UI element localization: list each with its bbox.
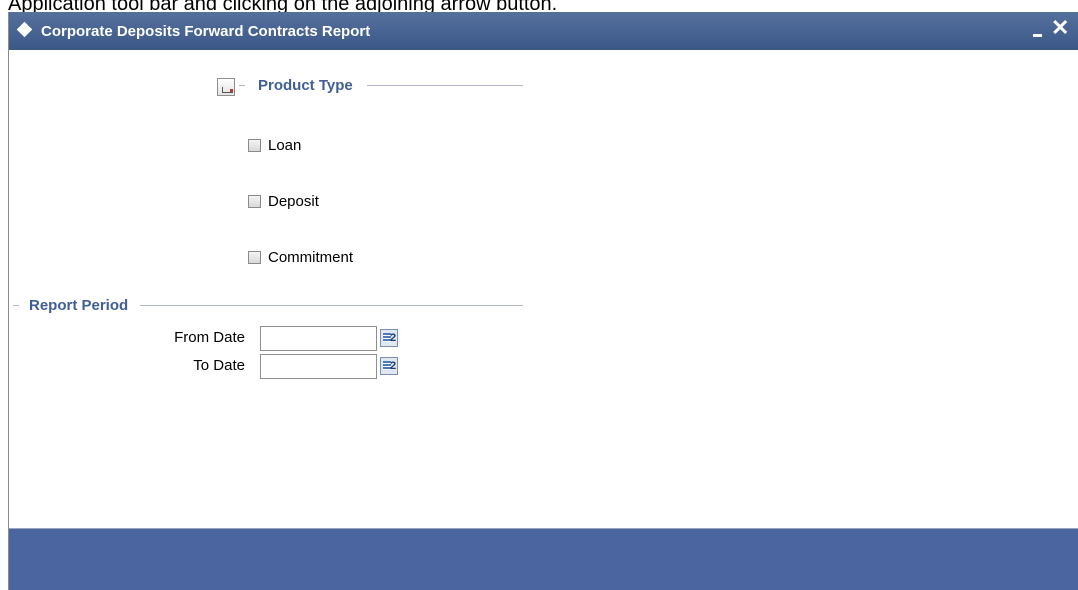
from-date-input[interactable] [260,326,377,351]
close-icon[interactable]: ✕ [1051,14,1069,42]
commitment-label: Commitment [268,249,354,266]
section-divider [13,305,19,306]
title-bar: Corporate Deposits Forward Contracts Rep… [9,12,1078,50]
section-divider [367,85,523,86]
report-period-title: Report Period [29,297,129,314]
report-window: Corporate Deposits Forward Contracts Rep… [8,12,1078,590]
report-content: Product Type Loan Deposit Commitment Rep… [9,50,1078,529]
deposit-label: Deposit [268,193,319,210]
window-title: Corporate Deposits Forward Contracts Rep… [41,23,371,40]
to-date-input[interactable] [260,354,377,379]
product-type-title: Product Type [258,77,353,94]
deposit-checkbox[interactable] [248,195,261,208]
commitment-checkbox[interactable] [248,251,261,264]
from-date-label: From Date [174,329,245,346]
loan-label: Loan [268,137,302,154]
section-divider [239,85,245,86]
section-divider [140,305,523,306]
from-date-calendar-icon[interactable]: 2 [380,329,398,347]
minimize-icon[interactable] [1033,34,1042,37]
footer-bar [9,529,1078,590]
to-date-label: To Date [193,357,245,374]
window-diamond-icon [16,21,33,38]
loan-checkbox[interactable] [248,139,261,152]
collapse-section-icon[interactable] [217,78,235,96]
to-date-calendar-icon[interactable]: 2 [380,357,398,375]
